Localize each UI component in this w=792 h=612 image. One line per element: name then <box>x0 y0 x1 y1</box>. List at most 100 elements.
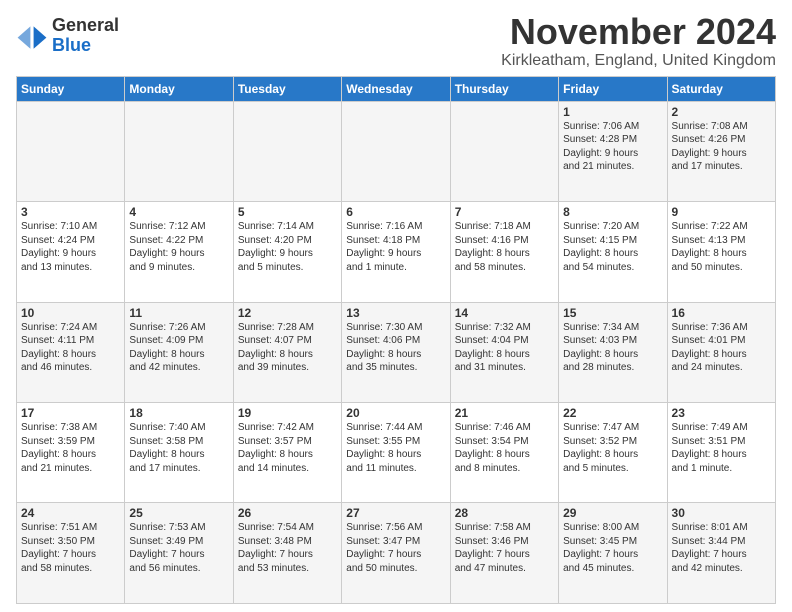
cell-info: Daylight: 8 hours <box>238 448 337 462</box>
header-row: SundayMondayTuesdayWednesdayThursdayFrid… <box>17 76 776 101</box>
cell-info: and 17 minutes. <box>672 160 771 174</box>
calendar-cell <box>125 101 233 201</box>
cell-info: and 21 minutes. <box>21 462 120 476</box>
cell-info: Daylight: 8 hours <box>563 247 662 261</box>
calendar-cell <box>233 101 341 201</box>
cell-info: Sunrise: 7:06 AM <box>563 120 662 134</box>
calendar-cell: 21Sunrise: 7:46 AMSunset: 3:54 PMDayligh… <box>450 403 558 503</box>
calendar-cell: 19Sunrise: 7:42 AMSunset: 3:57 PMDayligh… <box>233 403 341 503</box>
cell-info: Sunset: 4:22 PM <box>129 234 228 248</box>
title-section: November 2024 Kirkleatham, England, Unit… <box>501 12 776 70</box>
calendar-cell: 1Sunrise: 7:06 AMSunset: 4:28 PMDaylight… <box>559 101 667 201</box>
cell-info: and 8 minutes. <box>455 462 554 476</box>
day-number: 21 <box>455 406 554 420</box>
cell-info: and 13 minutes. <box>21 261 120 275</box>
day-number: 3 <box>21 205 120 219</box>
cell-info: Sunset: 3:59 PM <box>21 435 120 449</box>
cell-info: Daylight: 9 hours <box>563 147 662 161</box>
day-number: 7 <box>455 205 554 219</box>
top-section: General Blue November 2024 Kirkleatham, … <box>16 12 776 70</box>
calendar-cell: 12Sunrise: 7:28 AMSunset: 4:07 PMDayligh… <box>233 302 341 402</box>
cell-info: Daylight: 9 hours <box>21 247 120 261</box>
week-row-3: 10Sunrise: 7:24 AMSunset: 4:11 PMDayligh… <box>17 302 776 402</box>
day-number: 5 <box>238 205 337 219</box>
day-number: 8 <box>563 205 662 219</box>
calendar-cell: 15Sunrise: 7:34 AMSunset: 4:03 PMDayligh… <box>559 302 667 402</box>
cell-info: and 5 minutes. <box>563 462 662 476</box>
calendar-cell: 24Sunrise: 7:51 AMSunset: 3:50 PMDayligh… <box>17 503 125 604</box>
cell-info: Sunrise: 7:20 AM <box>563 220 662 234</box>
day-number: 26 <box>238 506 337 520</box>
cell-info: Sunset: 4:15 PM <box>563 234 662 248</box>
calendar-cell: 6Sunrise: 7:16 AMSunset: 4:18 PMDaylight… <box>342 202 450 302</box>
cell-info: Daylight: 7 hours <box>129 548 228 562</box>
cell-info: Sunrise: 8:00 AM <box>563 521 662 535</box>
calendar-cell: 25Sunrise: 7:53 AMSunset: 3:49 PMDayligh… <box>125 503 233 604</box>
cell-info: and 54 minutes. <box>563 261 662 275</box>
cell-info: Sunset: 4:06 PM <box>346 334 445 348</box>
cell-info: and 50 minutes. <box>346 562 445 576</box>
col-header-sunday: Sunday <box>17 76 125 101</box>
day-number: 25 <box>129 506 228 520</box>
calendar-cell: 2Sunrise: 7:08 AMSunset: 4:26 PMDaylight… <box>667 101 775 201</box>
cell-info: Sunrise: 7:49 AM <box>672 421 771 435</box>
cell-info: Daylight: 8 hours <box>455 247 554 261</box>
cell-info: Daylight: 8 hours <box>563 348 662 362</box>
cell-info: Sunset: 3:50 PM <box>21 535 120 549</box>
col-header-friday: Friday <box>559 76 667 101</box>
cell-info: Sunset: 4:03 PM <box>563 334 662 348</box>
cell-info: and 47 minutes. <box>455 562 554 576</box>
day-number: 23 <box>672 406 771 420</box>
cell-info: Sunset: 4:07 PM <box>238 334 337 348</box>
cell-info: Daylight: 8 hours <box>238 348 337 362</box>
day-number: 20 <box>346 406 445 420</box>
logo-text: General Blue <box>52 16 119 56</box>
cell-info: and 21 minutes. <box>563 160 662 174</box>
cell-info: and 35 minutes. <box>346 361 445 375</box>
cell-info: Sunrise: 7:36 AM <box>672 321 771 335</box>
cell-info: Sunset: 3:44 PM <box>672 535 771 549</box>
calendar-cell: 4Sunrise: 7:12 AMSunset: 4:22 PMDaylight… <box>125 202 233 302</box>
calendar-cell: 8Sunrise: 7:20 AMSunset: 4:15 PMDaylight… <box>559 202 667 302</box>
cell-info: Daylight: 7 hours <box>238 548 337 562</box>
cell-info: and 14 minutes. <box>238 462 337 476</box>
day-number: 6 <box>346 205 445 219</box>
col-header-saturday: Saturday <box>667 76 775 101</box>
cell-info: Sunset: 4:01 PM <box>672 334 771 348</box>
week-row-5: 24Sunrise: 7:51 AMSunset: 3:50 PMDayligh… <box>17 503 776 604</box>
calendar-cell: 29Sunrise: 8:00 AMSunset: 3:45 PMDayligh… <box>559 503 667 604</box>
cell-info: Sunrise: 7:08 AM <box>672 120 771 134</box>
week-row-1: 1Sunrise: 7:06 AMSunset: 4:28 PMDaylight… <box>17 101 776 201</box>
cell-info: Sunrise: 7:14 AM <box>238 220 337 234</box>
calendar-cell: 17Sunrise: 7:38 AMSunset: 3:59 PMDayligh… <box>17 403 125 503</box>
cell-info: Daylight: 7 hours <box>672 548 771 562</box>
cell-info: Sunrise: 7:53 AM <box>129 521 228 535</box>
cell-info: Sunrise: 7:54 AM <box>238 521 337 535</box>
calendar-cell: 30Sunrise: 8:01 AMSunset: 3:44 PMDayligh… <box>667 503 775 604</box>
cell-info: Daylight: 8 hours <box>672 348 771 362</box>
cell-info: and 42 minutes. <box>129 361 228 375</box>
day-number: 30 <box>672 506 771 520</box>
cell-info: Daylight: 8 hours <box>672 247 771 261</box>
col-header-tuesday: Tuesday <box>233 76 341 101</box>
cell-info: and 58 minutes. <box>455 261 554 275</box>
cell-info: Sunrise: 7:10 AM <box>21 220 120 234</box>
cell-info: Sunset: 4:28 PM <box>563 133 662 147</box>
cell-info: Daylight: 8 hours <box>672 448 771 462</box>
day-number: 24 <box>21 506 120 520</box>
cell-info: Sunset: 4:13 PM <box>672 234 771 248</box>
day-number: 15 <box>563 306 662 320</box>
week-row-2: 3Sunrise: 7:10 AMSunset: 4:24 PMDaylight… <box>17 202 776 302</box>
cell-info: Sunrise: 7:18 AM <box>455 220 554 234</box>
cell-info: Sunrise: 7:38 AM <box>21 421 120 435</box>
cell-info: Sunset: 3:52 PM <box>563 435 662 449</box>
cell-info: Sunrise: 7:40 AM <box>129 421 228 435</box>
day-number: 9 <box>672 205 771 219</box>
cell-info: Sunrise: 7:47 AM <box>563 421 662 435</box>
cell-info: Sunset: 3:51 PM <box>672 435 771 449</box>
cell-info: and 39 minutes. <box>238 361 337 375</box>
location: Kirkleatham, England, United Kingdom <box>501 52 776 70</box>
cell-info: Sunrise: 7:12 AM <box>129 220 228 234</box>
cell-info: Sunrise: 7:30 AM <box>346 321 445 335</box>
cell-info: and 5 minutes. <box>238 261 337 275</box>
